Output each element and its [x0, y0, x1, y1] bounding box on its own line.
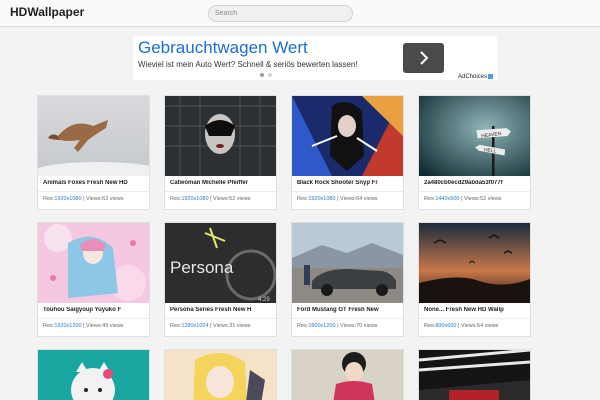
wallpaper-card[interactable]: Catwoman Michelle Pfeiffer Res:1920x1080…	[164, 95, 277, 210]
brand-logo[interactable]: HDWallpaper	[10, 5, 84, 19]
wallpaper-card[interactable]	[291, 349, 404, 400]
black-rock-shooter-image	[292, 96, 403, 176]
wallpaper-thumbnail[interactable]: HEAVEN HELL	[419, 96, 530, 176]
view-count: 70 views	[356, 323, 378, 329]
wallpaper-card[interactable]: Animals Foxes Fresh New HD Res:1920x1080…	[37, 95, 150, 210]
resolution-link[interactable]: 1920x1080	[181, 196, 208, 202]
wallpaper-thumbnail[interactable]	[292, 223, 403, 303]
wallpaper-card[interactable]: Black Rock Shooter Snyp Fr Res:1920x1080…	[291, 95, 404, 210]
tunnel-car-image	[419, 350, 530, 400]
adchoices-icon	[488, 74, 494, 79]
card-divider	[292, 191, 403, 192]
wallpaper-card[interactable]	[37, 349, 150, 400]
resolution-link[interactable]: 1600x1200	[308, 323, 335, 329]
view-count: 64 views	[356, 196, 378, 202]
wallpaper-thumbnail[interactable]: Persona 4.29	[165, 223, 276, 303]
resolution-link[interactable]: 1280x1024	[181, 323, 208, 329]
wallpaper-thumbnail[interactable]	[419, 350, 530, 400]
wallpaper-thumbnail[interactable]	[38, 350, 149, 400]
wallpaper-card[interactable]: Persona 4.29 Persona Series Fresh New H …	[164, 222, 277, 337]
kimono-portrait-image	[292, 350, 403, 400]
chevron-right-icon	[419, 51, 428, 65]
saber-anime-image	[165, 350, 276, 400]
wallpaper-thumbnail[interactable]	[38, 223, 149, 303]
wallpaper-thumbnail[interactable]	[165, 96, 276, 176]
wallpaper-title[interactable]: None... Fresh New HD Wallp	[424, 307, 527, 313]
view-count: 64 views	[477, 323, 499, 329]
ad-title[interactable]: Gebrauchtwagen Wert	[138, 38, 308, 58]
card-divider	[38, 318, 149, 319]
touhou-yuyuko-image	[38, 223, 149, 303]
wallpaper-card[interactable]: None... Fresh New HD Wallp Res:800x600 |…	[418, 222, 531, 337]
card-divider	[165, 191, 276, 192]
view-count: 49 views	[102, 323, 124, 329]
wallpaper-card[interactable]	[418, 349, 531, 400]
resolution-link[interactable]: 1920x1080	[54, 196, 81, 202]
resolution-link[interactable]: 1920x1200	[54, 323, 81, 329]
wallpaper-meta: Res:1920x1200 | Views:49 views	[43, 323, 124, 329]
card-divider	[292, 318, 403, 319]
hello-kitty-image	[38, 350, 149, 400]
resolution-link[interactable]: 1920x1080	[308, 196, 335, 202]
resolution-link[interactable]: 1440x900	[435, 196, 459, 202]
wallpaper-meta: Res:1920x1080 | Views:62 views	[170, 196, 251, 202]
adchoices-label: AdChoices	[458, 74, 488, 81]
view-count: 31 views	[229, 323, 251, 329]
card-divider	[165, 318, 276, 319]
wallpaper-title[interactable]: Catwoman Michelle Pfeiffer	[170, 180, 273, 186]
wallpaper-thumbnail[interactable]	[292, 96, 403, 176]
ad-subtitle: Wieviel ist mein Auto Wert? Schnell & se…	[138, 60, 358, 69]
wallpaper-card[interactable]: Ford Mustang GT Fresh New Res:1600x1200 …	[291, 222, 404, 337]
wallpaper-card[interactable]: HEAVEN HELL 2a480cb0ecd29abda53f077f Res…	[418, 95, 531, 210]
ford-mustang-image	[292, 223, 403, 303]
wallpaper-meta: Res:1280x1024 | Views:31 views	[170, 323, 251, 329]
top-navbar: HDWallpaper	[0, 0, 600, 27]
wallpaper-card[interactable]	[164, 349, 277, 400]
fox-snow-image	[38, 96, 149, 176]
card-divider	[38, 191, 149, 192]
view-count: 62 views	[102, 196, 124, 202]
persona-number-text: 4.29	[258, 297, 270, 303]
wallpaper-meta: Res:1920x1080 | Views:62 views	[43, 196, 124, 202]
ad-next-button[interactable]	[403, 43, 444, 73]
resolution-link[interactable]: 800x600	[435, 323, 456, 329]
ad-pagination	[260, 73, 272, 77]
wallpaper-thumbnail[interactable]	[165, 350, 276, 400]
wallpaper-title[interactable]: 2a480cb0ecd29abda53f077f	[424, 180, 527, 186]
ad-dot-active[interactable]	[260, 73, 264, 77]
wallpaper-title[interactable]: Ford Mustang GT Fresh New	[297, 307, 400, 313]
wallpaper-meta: Res:1600x1200 | Views:70 views	[297, 323, 378, 329]
view-count: 52 views	[480, 196, 502, 202]
wallpaper-thumbnail[interactable]	[38, 96, 149, 176]
wallpaper-meta: Res:1920x1080 | Views:64 views	[297, 196, 378, 202]
ad-banner[interactable]: Gebrauchtwagen Wert Wieviel ist mein Aut…	[133, 36, 497, 80]
adchoices-link[interactable]: AdChoices	[458, 74, 494, 81]
card-divider	[419, 191, 530, 192]
wallpaper-title[interactable]: Animals Foxes Fresh New HD	[43, 180, 146, 186]
wallpaper-title[interactable]: Persona Series Fresh New H	[170, 307, 273, 313]
sunset-birds-image	[419, 223, 530, 303]
search-input[interactable]	[208, 5, 353, 22]
persona-text: Persona	[170, 258, 234, 277]
heaven-hell-sign-image: HEAVEN HELL	[419, 96, 530, 176]
card-divider	[419, 318, 530, 319]
catwoman-image	[165, 96, 276, 176]
wallpaper-meta: Res:1440x900 | Views:52 views	[424, 196, 502, 202]
persona-image: Persona 4.29	[165, 223, 276, 303]
view-count: 62 views	[229, 196, 251, 202]
wallpaper-thumbnail[interactable]	[419, 223, 530, 303]
wallpaper-card[interactable]: Touhou Saigyouji Yuyuko F Res:1920x1200 …	[37, 222, 150, 337]
wallpaper-title[interactable]: Touhou Saigyouji Yuyuko F	[43, 307, 146, 313]
wallpaper-title[interactable]: Black Rock Shooter Snyp Fr	[297, 180, 400, 186]
ad-dot[interactable]	[268, 73, 272, 77]
wallpaper-meta: Res:800x600 | Views:64 views	[424, 323, 499, 329]
wallpaper-thumbnail[interactable]	[292, 350, 403, 400]
